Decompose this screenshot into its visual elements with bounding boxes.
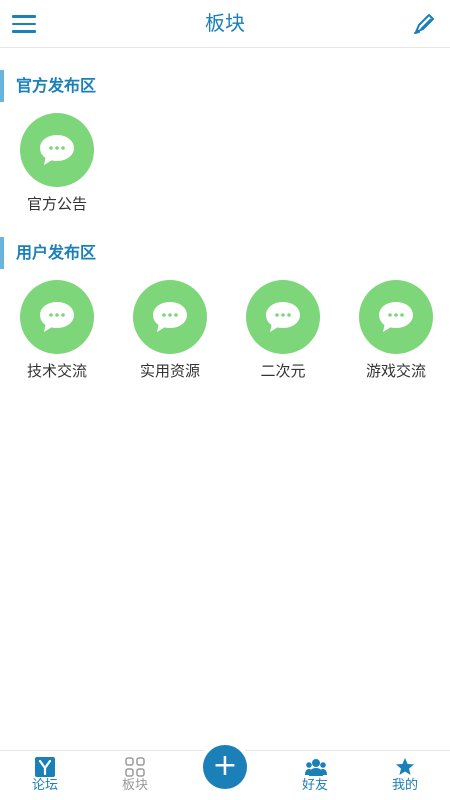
tab-friends[interactable]: 好友 (270, 751, 360, 800)
board-game-exchange[interactable]: 游戏交流 (346, 280, 446, 384)
tab-label: 论坛 (31, 778, 58, 793)
pen-edit-icon[interactable] (410, 10, 438, 38)
board-official-announcement[interactable]: 官方公告 (7, 113, 107, 217)
section-title: 官方发布区 (16, 76, 97, 95)
tab-me[interactable]: 我的 (360, 751, 450, 800)
star-icon (395, 757, 415, 777)
board-name: 技术交流 (26, 362, 87, 380)
bottom-tab-bar: 论坛 板块 + 好友 我的 (0, 745, 450, 800)
board-name: 官方公告 (26, 195, 87, 213)
board-tech-exchange[interactable]: 技术交流 (7, 280, 107, 384)
hamburger-menu-icon[interactable] (12, 10, 40, 38)
tab-boards[interactable]: 板块 (90, 751, 180, 800)
chat-bubble-icon (133, 280, 207, 354)
chat-bubble-icon (246, 280, 320, 354)
board-name: 二次元 (260, 362, 306, 380)
section-accent-bar (0, 237, 4, 269)
tab-label: 板块 (121, 778, 148, 793)
friends-icon (305, 757, 327, 777)
chat-bubble-icon (359, 280, 433, 354)
board-anime[interactable]: 二次元 (233, 280, 333, 384)
chat-bubble-icon (20, 280, 94, 354)
tab-forum[interactable]: 论坛 (0, 751, 90, 800)
section-header-official: 官方发布区 (0, 70, 450, 102)
grid-icon (125, 757, 145, 777)
board-useful-resources[interactable]: 实用资源 (120, 280, 220, 384)
section-title: 用户发布区 (16, 243, 97, 262)
top-bar: 板块 (0, 0, 450, 48)
page-title: 板块 (205, 11, 245, 35)
board-name: 游戏交流 (365, 362, 426, 380)
new-post-button[interactable]: + (203, 745, 247, 789)
tab-label: 好友 (301, 778, 328, 793)
section-header-user: 用户发布区 (0, 237, 450, 269)
forum-y-icon (35, 757, 55, 777)
board-name: 实用资源 (139, 362, 200, 380)
section-accent-bar (0, 70, 4, 102)
tab-label: 我的 (391, 778, 418, 793)
chat-bubble-icon (20, 113, 94, 187)
